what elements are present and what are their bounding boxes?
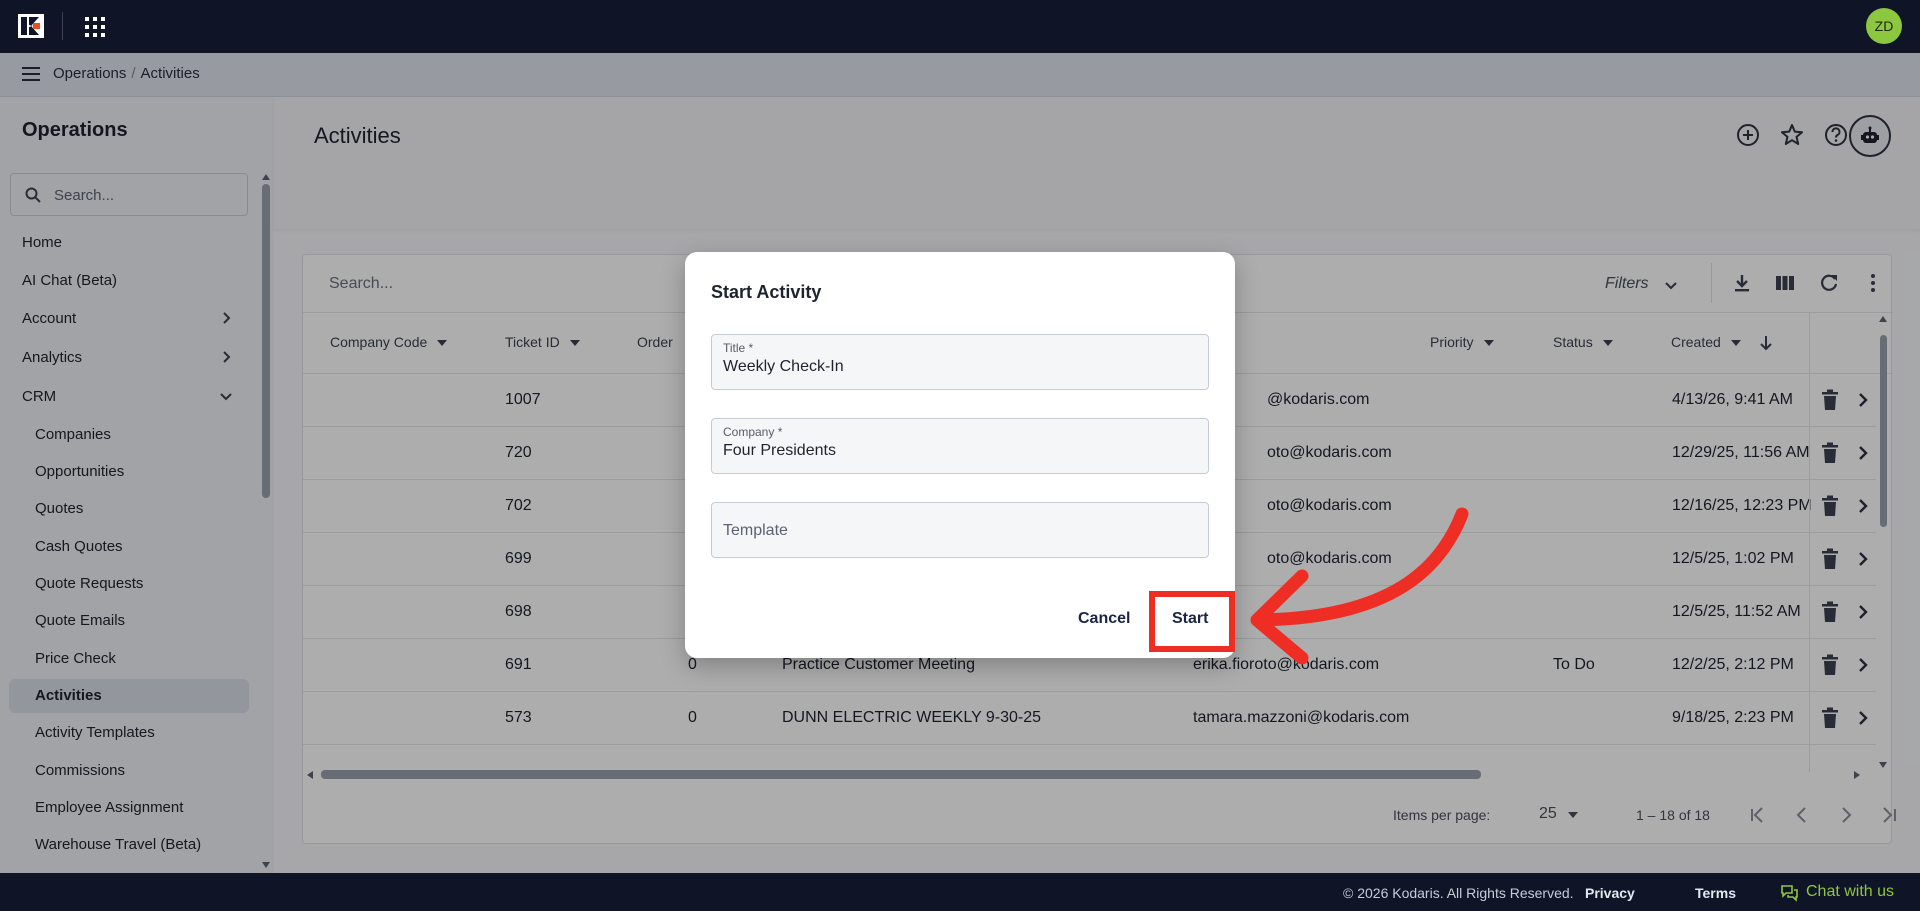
copyright-text: © 2026 Kodaris. All Rights Reserved. [1343,885,1574,901]
company-field-value: Four Presidents [723,442,836,459]
user-avatar[interactable]: ZD [1866,8,1902,44]
title-field-value: Weekly Check-In [723,358,844,375]
highlight-box [1149,591,1235,652]
apps-grid-icon[interactable] [84,16,106,38]
privacy-link[interactable]: Privacy [1585,885,1635,901]
footer: © 2026 Kodaris. All Rights Reserved. Pri… [0,873,1920,911]
company-field[interactable]: Company * Four Presidents [711,418,1209,474]
title-field[interactable]: Title * Weekly Check-In [711,334,1209,390]
chat-icon[interactable] [1780,884,1798,902]
dialog-title: Start Activity [711,282,822,302]
annotation-arrow-icon [1250,507,1469,665]
template-field[interactable]: Template [711,502,1209,558]
chat-with-us-link[interactable]: Chat with us [1806,883,1894,901]
template-field-placeholder: Template [723,522,788,539]
terms-link[interactable]: Terms [1695,885,1736,901]
kodaris-logo[interactable] [18,14,44,38]
top-bar: ZD [0,0,1920,53]
company-field-label: Company * [723,425,783,439]
topbar-divider [62,12,63,40]
title-field-label: Title * [723,341,754,355]
cancel-button[interactable]: Cancel [1078,610,1130,628]
